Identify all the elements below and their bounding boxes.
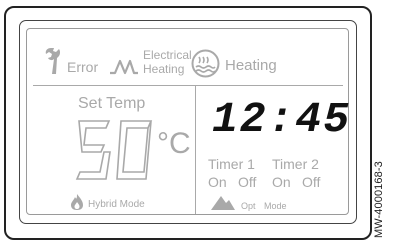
lcd-screen: Error Electrical Heating Heating Set Tem…	[26, 28, 349, 215]
timer1-label: Timer 1	[208, 156, 255, 172]
control-panel-bezel: Error Electrical Heating Heating Set Tem…	[19, 20, 357, 224]
temperature-unit: °C	[157, 127, 191, 160]
mountain-icon	[211, 196, 235, 210]
timer1-on: On	[208, 174, 227, 190]
reference-code: MW-4000168-3	[373, 161, 385, 238]
timer1-off: Off	[238, 174, 257, 190]
temperature-display	[75, 120, 153, 180]
control-panel-frame: Error Electrical Heating Heating Set Tem…	[4, 6, 372, 240]
heating-icon	[191, 49, 220, 78]
flame-icon	[71, 194, 83, 210]
timer2-on: On	[272, 174, 291, 190]
electrical-heating-label-line1: Electrical	[143, 48, 192, 62]
opt-label: Opt	[241, 201, 256, 211]
wrench-icon	[45, 48, 61, 74]
heating-label: Heating	[225, 57, 277, 74]
timer2-label: Timer 2	[272, 156, 319, 172]
electrical-heating-label-line2: Heating	[143, 62, 185, 76]
clock-display: 12:45	[212, 95, 352, 144]
vertical-divider	[195, 86, 196, 214]
hybrid-mode-label: Hybrid Mode	[88, 199, 145, 210]
electrical-heating-icon	[110, 59, 138, 75]
timer2-off: Off	[302, 174, 321, 190]
horizontal-divider	[33, 85, 343, 86]
error-label: Error	[67, 59, 99, 75]
set-temp-label: Set Temp	[78, 95, 146, 112]
mode-label: Mode	[264, 201, 287, 211]
